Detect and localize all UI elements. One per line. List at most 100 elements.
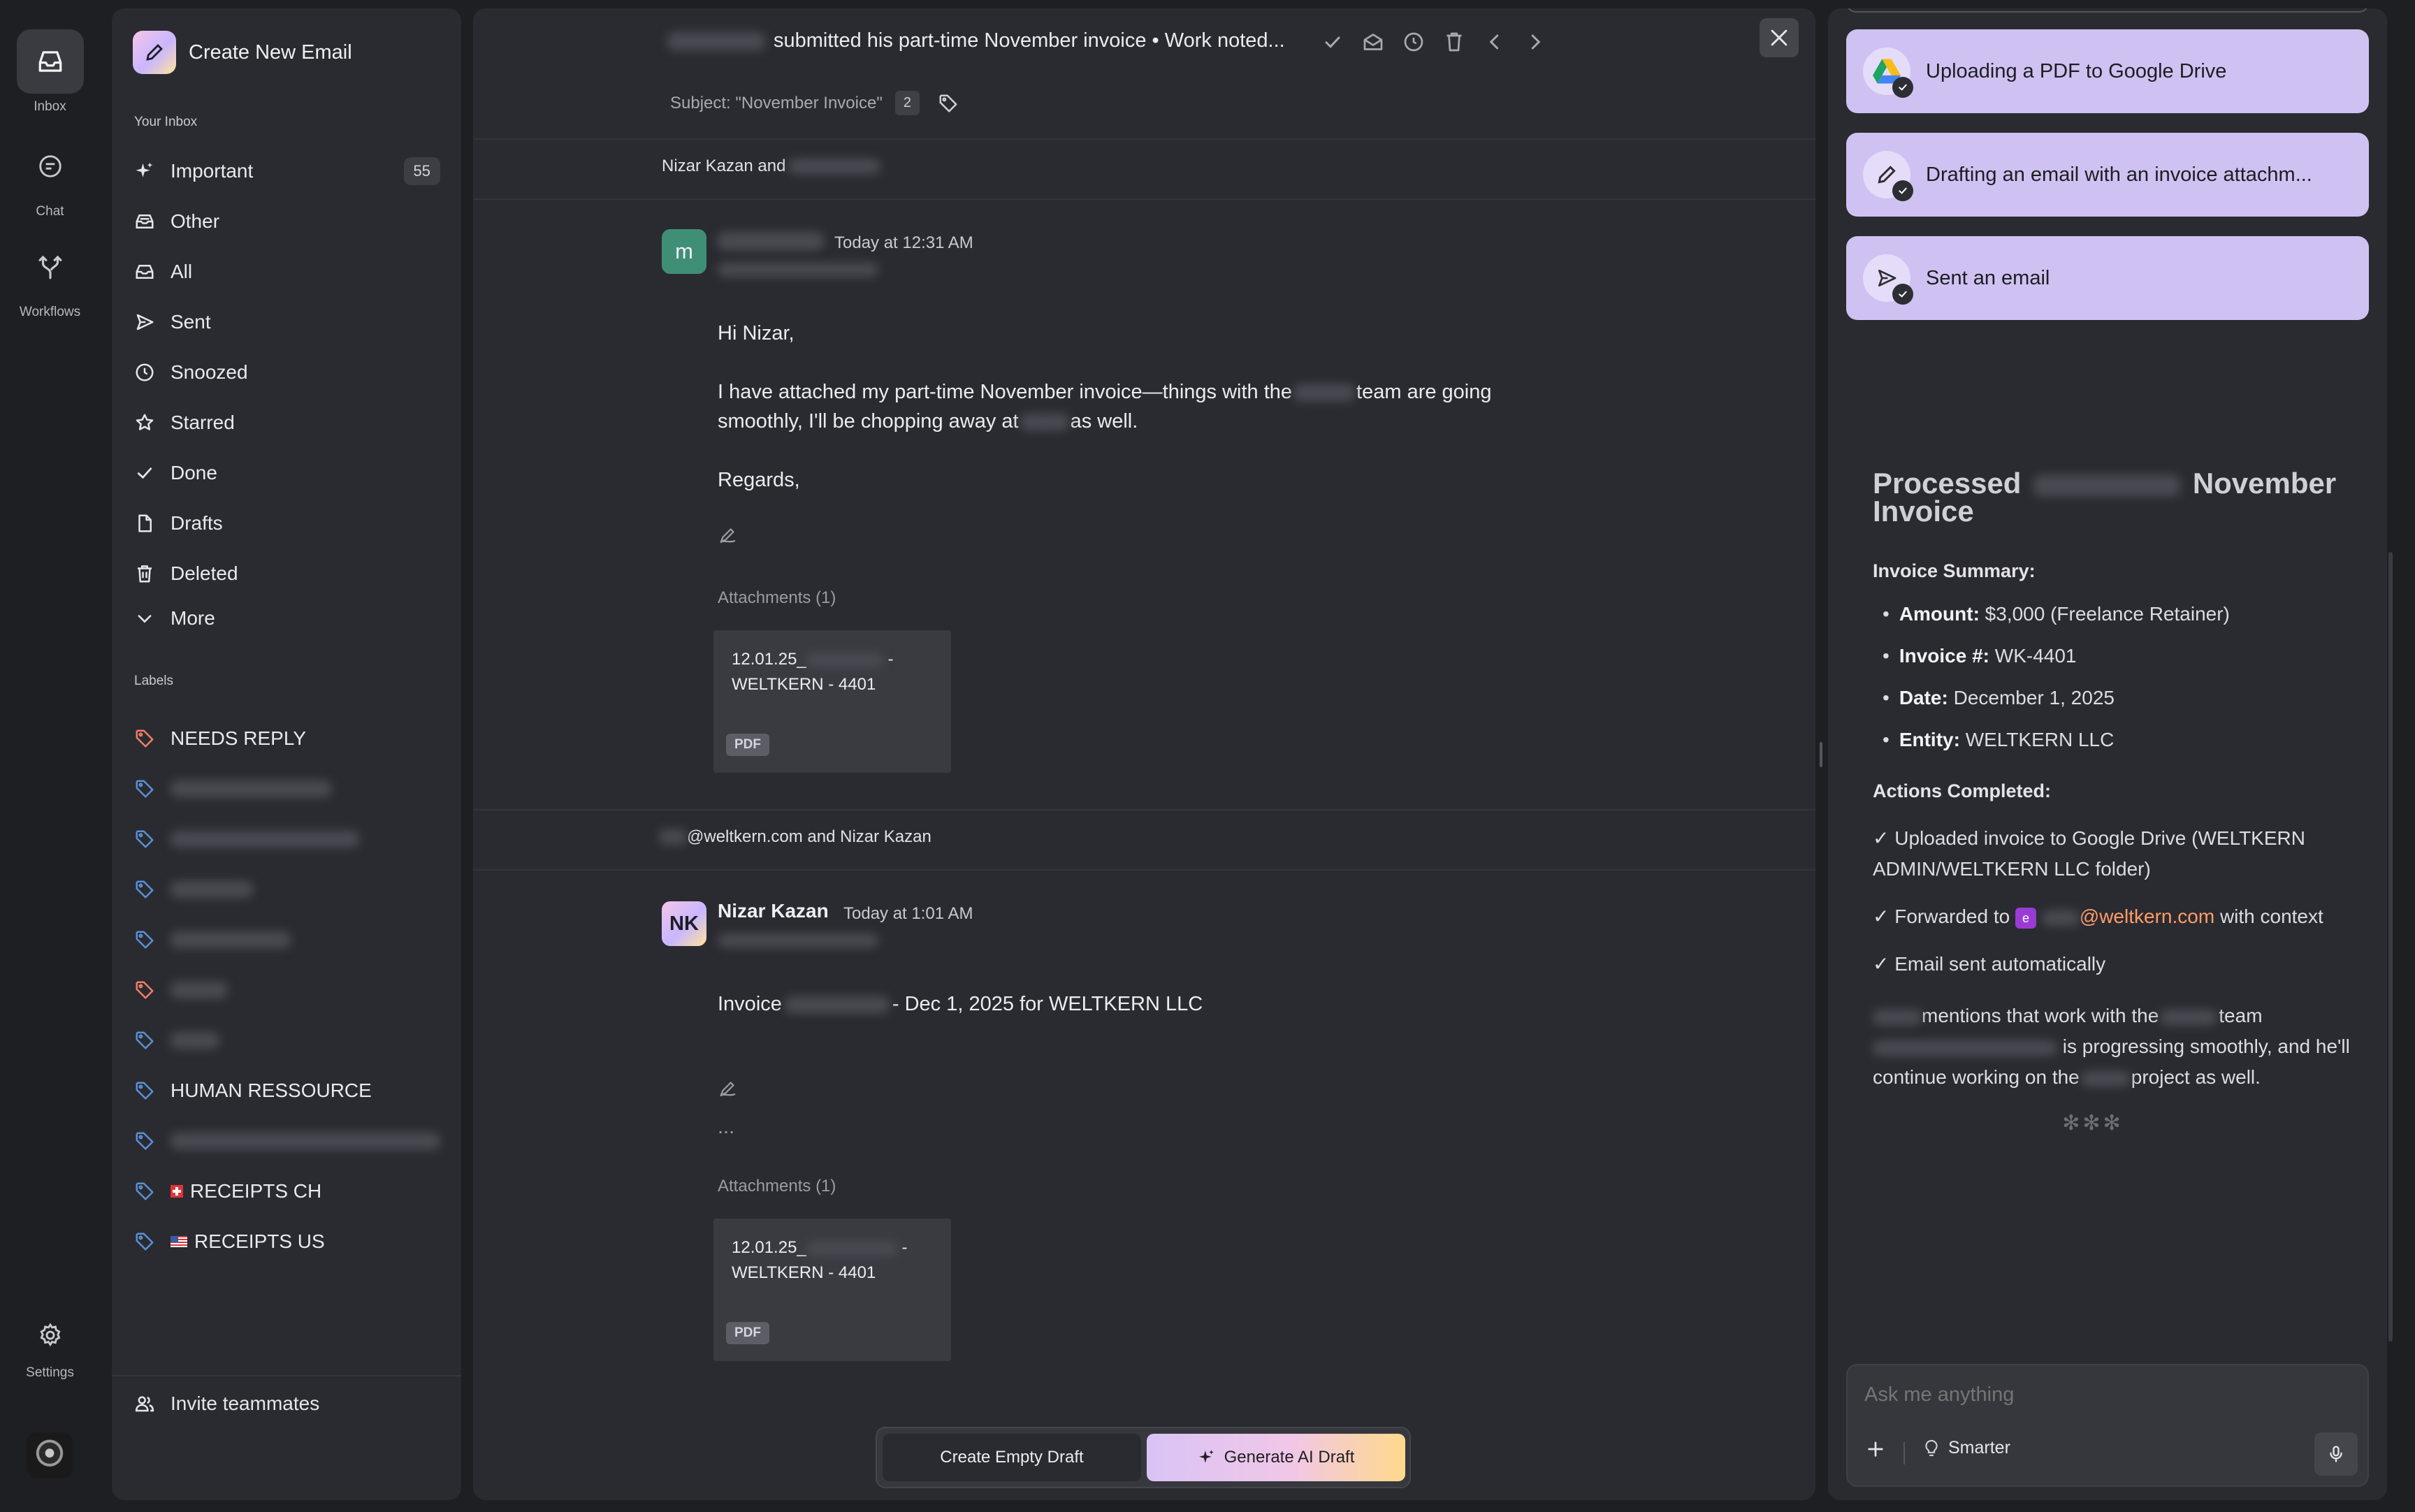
create-new-email-label: Create New Email <box>189 41 352 64</box>
generate-ai-draft-button[interactable]: Generate AI Draft <box>1147 1434 1405 1481</box>
nav-item-drafts[interactable]: Drafts <box>133 503 440 544</box>
text: - <box>901 1238 908 1257</box>
nav-item-snoozed[interactable]: Snoozed <box>133 352 440 393</box>
key: Invoice #: <box>1899 645 1989 667</box>
sparkle-icon <box>133 159 157 183</box>
label-redacted-4[interactable] <box>133 919 440 960</box>
redacted-text <box>1293 384 1356 402</box>
users-icon <box>133 1392 157 1416</box>
mark-unread-icon[interactable] <box>1361 29 1386 54</box>
nav-item-important[interactable]: Important 55 <box>133 151 440 191</box>
rail-chat[interactable]: Chat <box>0 134 100 219</box>
value: $3,000 (Freelance Retainer) <box>1985 603 2230 625</box>
rail-workflows-label: Workflows <box>19 305 81 319</box>
redacted-text <box>667 31 765 50</box>
inbox-icon <box>133 260 157 284</box>
redacted-text <box>2160 1009 2218 1025</box>
label-human-ressource[interactable]: HUMAN RESSOURCE <box>133 1070 440 1111</box>
check-icon[interactable] <box>1320 29 1345 54</box>
snooze-clock-icon[interactable] <box>1401 29 1426 54</box>
rail-workflows[interactable]: Workflows <box>0 235 100 320</box>
redacted-email <box>718 263 878 277</box>
message-time: Today at 12:31 AM <box>834 233 973 252</box>
nav-item-done[interactable]: Done <box>133 453 440 493</box>
step-draft-email[interactable]: Drafting an email with an invoice attach… <box>1846 133 2369 217</box>
nav-item-starred[interactable]: Starred <box>133 402 440 443</box>
signature-icon <box>718 1077 739 1098</box>
thread-actions <box>1320 29 1548 54</box>
nav-item-other[interactable]: Other <box>133 201 440 242</box>
nav-item-label: Starred <box>171 412 235 433</box>
label-redacted-1[interactable] <box>133 769 440 809</box>
sender-avatar[interactable]: NK <box>662 901 706 946</box>
redacted-text <box>171 881 253 898</box>
key: Date: <box>1899 687 1948 708</box>
rail-inbox[interactable]: Inbox <box>0 29 100 115</box>
close-icon <box>1767 26 1791 50</box>
thinking-indicator: ✻✻✻ <box>2062 1112 2124 1135</box>
mode-selector[interactable]: Smarter <box>1922 1438 2010 1458</box>
redacted-text <box>2080 1070 2130 1086</box>
label-redacted-3[interactable] <box>133 869 440 910</box>
create-new-email-button[interactable]: Create New Email <box>133 31 352 74</box>
label-needs-reply[interactable]: NEEDS REPLY <box>133 718 440 759</box>
microphone-button[interactable] <box>2314 1432 2358 1476</box>
redacted-text <box>171 1032 219 1049</box>
step-label: Uploading a PDF to Google Drive <box>1926 59 2227 82</box>
sender-name: Nizar Kazan <box>718 900 829 922</box>
label-redacted-2[interactable] <box>133 819 440 859</box>
plus-icon[interactable] <box>1864 1438 1887 1460</box>
attachment-card[interactable]: 12.01.25_ - WELTKERN - 4401 PDF <box>713 630 951 773</box>
sender-avatar[interactable]: m <box>662 229 706 274</box>
trash-icon[interactable] <box>1442 29 1467 54</box>
app-rail: Inbox Chat Workflows Settings <box>0 0 100 1512</box>
tag-icon <box>133 1079 157 1103</box>
summary-item: Entity: WELTKERN LLC <box>1873 725 2355 755</box>
nav-item-label: Drafts <box>171 512 223 534</box>
divider <box>1903 1442 1905 1464</box>
nav-item-more[interactable]: More <box>133 598 440 639</box>
value: December 1, 2025 <box>1953 687 2115 708</box>
swiss-flag-icon <box>171 1185 183 1198</box>
inbox-heading: Your Inbox <box>134 115 198 129</box>
step-sent-email[interactable]: Sent an email <box>1846 236 2369 320</box>
tag-icon <box>133 1129 157 1153</box>
nav-item-label: Snoozed <box>171 361 248 383</box>
label-receipts-ch[interactable]: RECEIPTS CH <box>133 1171 440 1212</box>
tray-icon <box>133 210 157 233</box>
label-name: NEEDS REPLY <box>171 727 306 749</box>
label-receipts-us[interactable]: RECEIPTS US <box>133 1221 440 1262</box>
assistant-scrollbar[interactable] <box>2388 552 2393 1342</box>
thread-title-text: submitted his part-time November invoice… <box>774 29 1285 52</box>
panel-resize-handle[interactable] <box>1820 742 1822 767</box>
user-avatar[interactable] <box>27 1432 73 1478</box>
rail-settings[interactable]: Settings <box>0 1311 100 1381</box>
nav-item-label: All <box>171 261 193 282</box>
chevron-left-icon[interactable] <box>1482 29 1507 54</box>
tag-icon[interactable] <box>938 93 959 114</box>
divider <box>473 198 1815 200</box>
create-empty-draft-button[interactable]: Create Empty Draft <box>883 1434 1141 1481</box>
thread-title: submitted his part-time November invoice… <box>667 29 1285 52</box>
nav-item-deleted[interactable]: Deleted <box>133 553 440 594</box>
nav-item-all[interactable]: All <box>133 252 440 292</box>
show-more-ellipsis[interactable]: ... <box>718 1112 734 1142</box>
nav-item-label: Important <box>171 160 254 182</box>
star-icon <box>133 411 157 435</box>
chevron-right-icon[interactable] <box>1523 29 1548 54</box>
attachment-card[interactable]: 12.01.25_ - WELTKERN - 4401 PDF <box>713 1219 951 1361</box>
nav-item-sent[interactable]: Sent <box>133 302 440 342</box>
key: Entity: <box>1899 729 1960 750</box>
redacted-text <box>171 982 228 998</box>
forwarded-email-link[interactable]: @weltkern.com <box>2080 906 2214 927</box>
ask-input[interactable] <box>1864 1383 2284 1406</box>
close-thread-button[interactable] <box>1760 18 1799 57</box>
actions-heading: Actions Completed: <box>1873 780 2052 801</box>
label-redacted-6[interactable] <box>133 1020 440 1061</box>
label-redacted-5[interactable] <box>133 970 440 1010</box>
text: mentions that work with the <box>1922 1005 2159 1026</box>
label-redacted-7[interactable] <box>133 1121 440 1161</box>
invite-teammates-button[interactable]: Invite teammates <box>133 1392 319 1416</box>
text: I have attached my part-time November in… <box>718 381 1293 403</box>
step-upload-drive[interactable]: Uploading a PDF to Google Drive <box>1846 29 2369 113</box>
